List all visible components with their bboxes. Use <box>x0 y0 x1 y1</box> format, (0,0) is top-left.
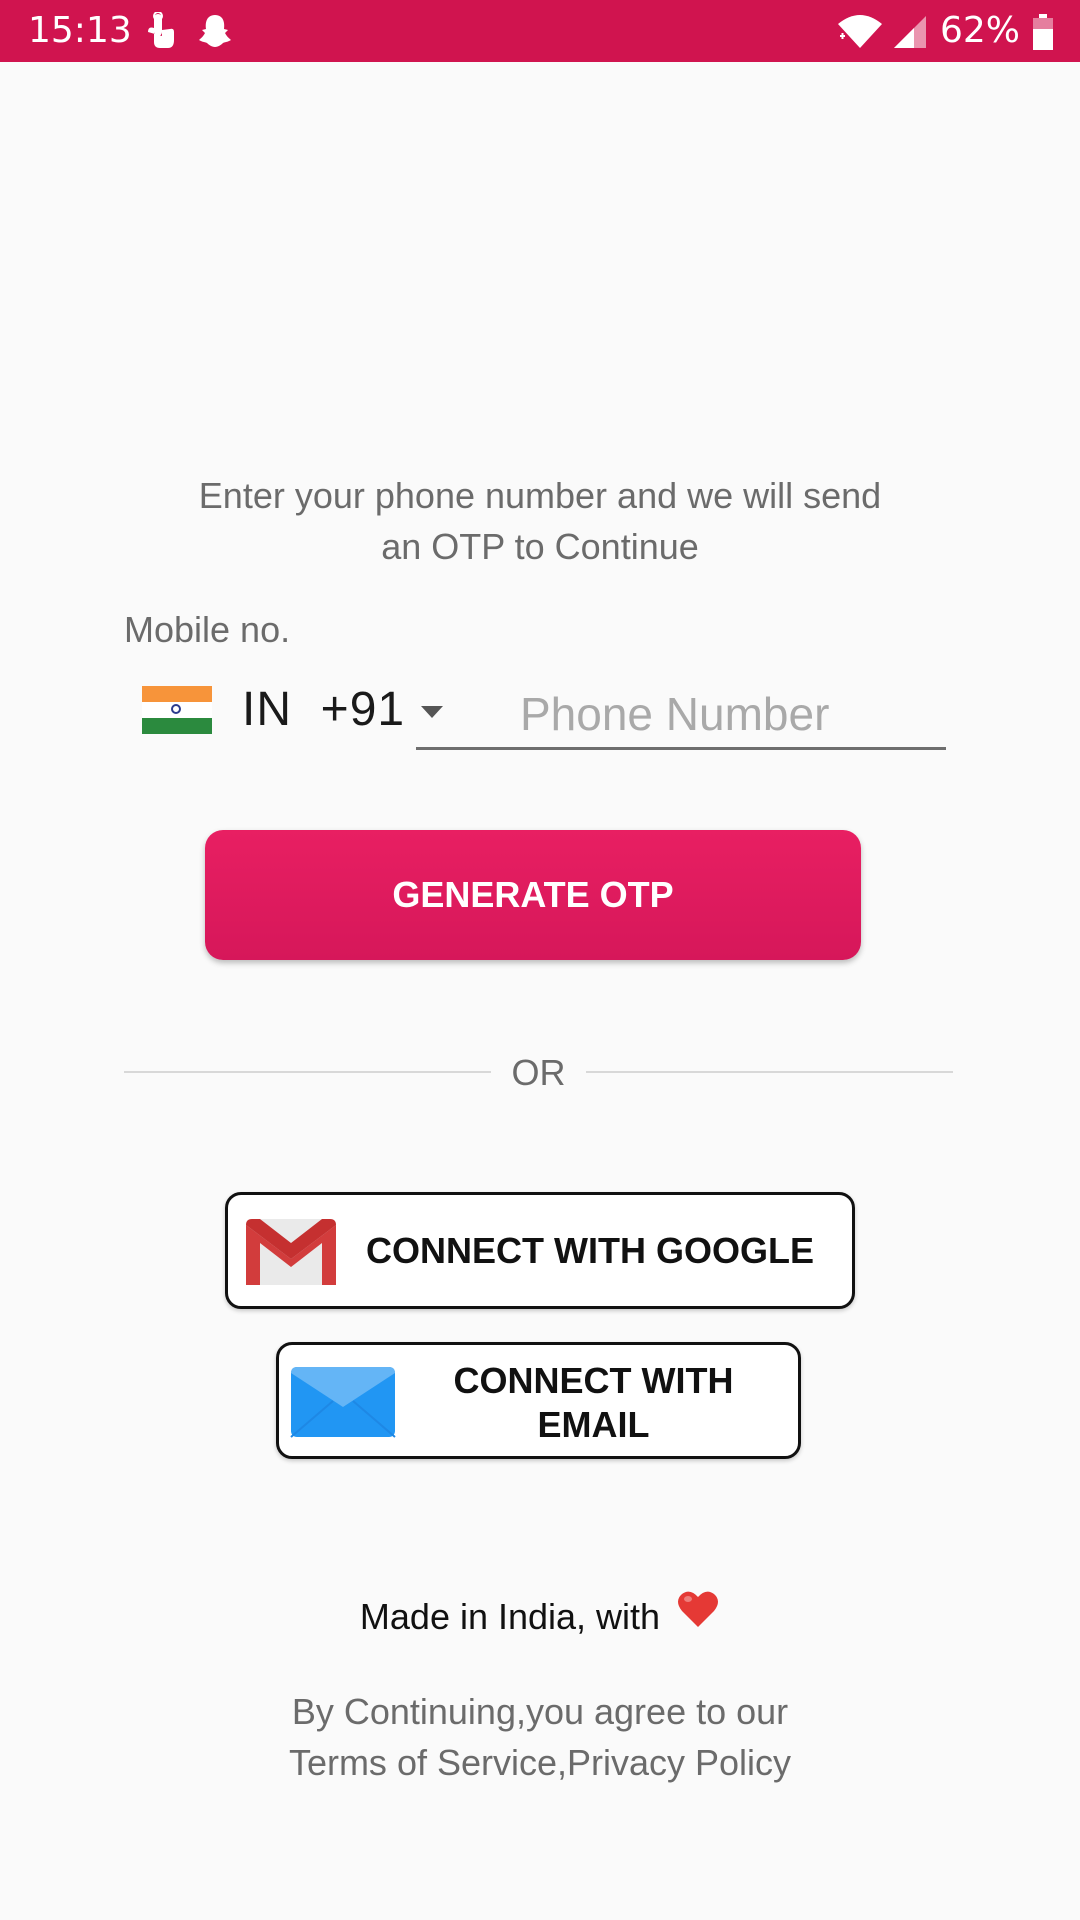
connect-email-label: CONNECT WITH EMAIL <box>453 1360 734 1445</box>
connect-google-label: CONNECT WITH GOOGLE <box>366 1230 814 1271</box>
wifi-icon <box>836 14 884 54</box>
india-flag-icon <box>142 686 212 734</box>
terms-text[interactable]: By Continuing,you agree to our Terms of … <box>140 1686 940 1788</box>
connect-google-button[interactable]: CONNECT WITH GOOGLE <box>225 1192 855 1309</box>
signal-icon <box>892 14 928 54</box>
mobile-label: Mobile no. <box>124 609 291 650</box>
phone-number-input[interactable] <box>416 680 946 750</box>
snapchat-icon <box>196 12 234 54</box>
battery-percentage: 62% <box>939 10 1020 51</box>
gmail-icon <box>242 1215 340 1294</box>
divider-line-right <box>586 1071 953 1073</box>
made-in-india-text: Made in India, with <box>0 1589 1080 1642</box>
country-code: IN +91 <box>242 683 406 736</box>
made-in-india-label: Made in India, with <box>359 1596 661 1637</box>
status-bar: 15:13 62% <box>0 0 1080 62</box>
heart-icon <box>676 1589 720 1642</box>
envelope-icon <box>289 1365 397 1444</box>
country-code-picker[interactable]: IN +91 <box>142 675 444 745</box>
status-time: 15:13 <box>28 10 132 51</box>
generate-otp-button[interactable]: GENERATE OTP <box>205 830 861 960</box>
intro-text: Enter your phone number and we will send… <box>198 475 882 567</box>
divider-line-left <box>124 1071 491 1073</box>
connect-email-button[interactable]: CONNECT WITH EMAIL <box>276 1342 801 1459</box>
touch-icon <box>142 11 178 54</box>
or-divider-label: OR <box>511 1052 566 1093</box>
battery-icon <box>1032 14 1054 54</box>
